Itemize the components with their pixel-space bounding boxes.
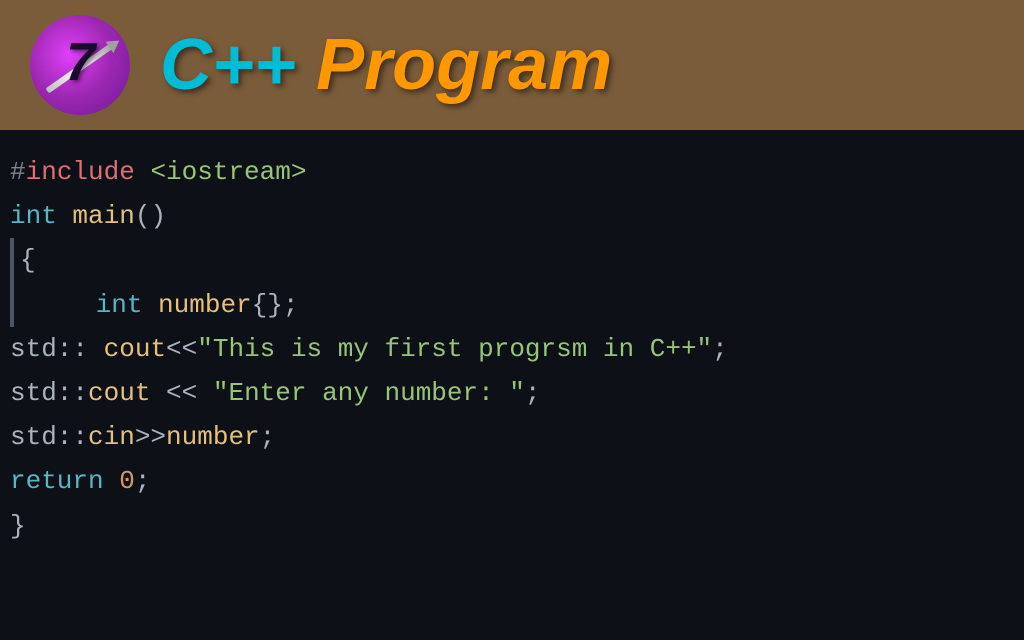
braces-semi: {}; [252, 290, 299, 320]
return-keyword: return [10, 466, 104, 496]
iostream-header: <iostream> [150, 157, 306, 187]
code-line-4: int number{}; [10, 283, 1004, 327]
cpp-title: C++ [160, 24, 296, 106]
header: 7 C++ Program [0, 0, 1024, 130]
header-title: C++ Program [160, 24, 612, 106]
code-line-1: #include <iostream> [10, 150, 1004, 194]
cout-keyword-2: cout [88, 378, 150, 408]
code-line-9: } [10, 504, 1004, 548]
parens: () [135, 201, 166, 231]
string-literal-1: "This is my first progrsm in C++" [197, 334, 712, 364]
std-keyword-3: std:: [10, 422, 88, 452]
number-var-2: number [166, 422, 260, 452]
semicolon-3: ; [260, 422, 276, 452]
program-title: Program [316, 24, 612, 106]
extract-op: >> [135, 422, 166, 452]
hash-symbol: # [10, 157, 26, 187]
int-keyword-2: int [96, 290, 143, 320]
semicolon: ; [712, 334, 728, 364]
open-brace: { [20, 245, 36, 275]
int-keyword: int [10, 201, 57, 231]
std-keyword: std:: [10, 334, 88, 364]
cout-keyword: cout [104, 334, 166, 364]
indent-bar [10, 238, 14, 282]
code-line-7: std::cin>>number; [10, 415, 1004, 459]
logo-circle: 7 [30, 15, 130, 115]
code-line-8: return 0; [10, 459, 1004, 503]
code-line-2: int main() [10, 194, 1004, 238]
std-keyword-2: std:: [10, 378, 88, 408]
cin-keyword: cin [88, 422, 135, 452]
shift-op: << [166, 334, 197, 364]
code-line-6: std::cout << "Enter any number: "; [10, 371, 1004, 415]
close-brace: } [10, 511, 26, 541]
logo-number: 7 [63, 33, 97, 97]
space-ops: << [166, 378, 213, 408]
semicolon-4: ; [135, 466, 151, 496]
semicolon-2: ; [525, 378, 541, 408]
indent-bar [10, 283, 14, 327]
include-keyword: include [26, 157, 135, 187]
code-area: #include <iostream> int main() { int num… [0, 130, 1024, 640]
main-function: main [72, 201, 134, 231]
string-literal-2: "Enter any number: " [213, 378, 525, 408]
code-line-5: std:: cout<<"This is my first progrsm in… [10, 327, 1004, 371]
zero-value: 0 [119, 466, 135, 496]
code-line-3: { [10, 238, 1004, 282]
number-var: number [158, 290, 252, 320]
